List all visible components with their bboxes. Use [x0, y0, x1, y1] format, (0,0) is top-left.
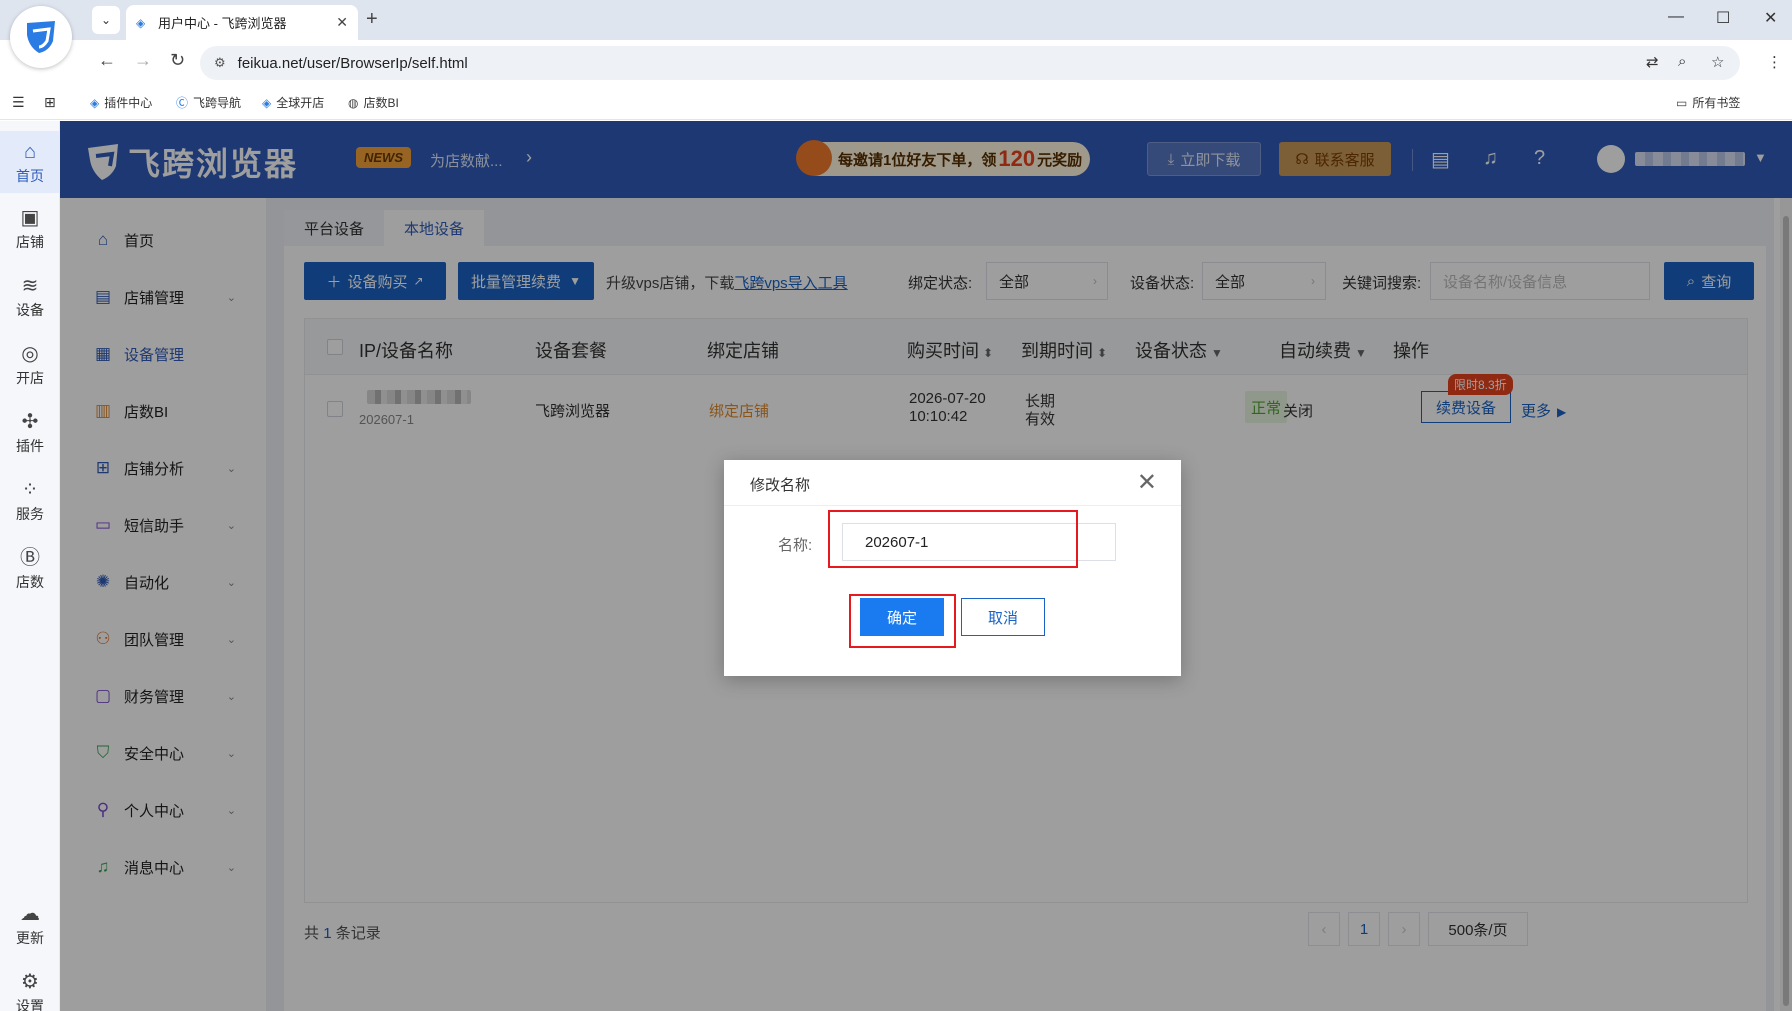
sidebar-toggle-icon[interactable]: ☰: [12, 94, 25, 111]
address-bar: ← → ↻ ⚙ feikua.net/user/BrowserIp/self.h…: [0, 40, 1792, 85]
dialog-title: 修改名称: [750, 477, 811, 494]
home-icon: ⌂: [23, 141, 37, 163]
back-icon[interactable]: ←: [98, 50, 116, 71]
bookmark-global[interactable]: ◈ 全球开店: [262, 94, 324, 111]
cancel-button[interactable]: 取消: [961, 598, 1045, 636]
bi-icon: Ⓑ: [20, 547, 40, 569]
browser-tab-bar: ⌄ ◈ 用户中心 - 飞跨浏览器 ✕ + — ☐ ✕: [0, 0, 1792, 40]
tab-title: 用户中心 - 飞跨浏览器: [158, 16, 287, 31]
tab-close-icon[interactable]: ✕: [336, 14, 348, 31]
close-icon[interactable]: ✕: [1137, 468, 1157, 497]
browser-logo-icon: [10, 6, 72, 68]
apps-icon[interactable]: ⊞: [44, 94, 56, 111]
shield-icon: ◈: [90, 95, 100, 110]
name-input[interactable]: [842, 523, 1116, 561]
maximize-icon[interactable]: ☐: [1716, 8, 1730, 28]
rail-item-service[interactable]: ⁘ 服务: [0, 479, 60, 524]
minimize-icon[interactable]: —: [1668, 8, 1684, 26]
reload-icon[interactable]: ↻: [170, 50, 185, 71]
bookmark-plugins[interactable]: ◈ 插件中心: [90, 94, 152, 111]
zoom-icon[interactable]: ⌕: [1678, 53, 1686, 70]
globe-icon: ◍: [348, 95, 359, 110]
icon-rail: ⌂ 首页 ▣ 店铺 ≋ 设备 ◎ 开店 ✣ 插件 ⁘ 服务 Ⓑ 店数 ☁ 更新 ⚙ 设置: [0, 121, 60, 1011]
tab-favicon-icon: ◈: [136, 15, 146, 30]
rail-item-device[interactable]: ≋ 设备: [0, 275, 60, 320]
rail-item-settings[interactable]: ⚙ 设置: [0, 971, 60, 1011]
grid-icon: ⁘: [21, 479, 39, 501]
name-label: 名称:: [778, 537, 813, 554]
bookmark-nav[interactable]: Ⓒ 飞跨导航: [176, 94, 241, 111]
bookmark-bi[interactable]: ◍ 店数BI: [348, 94, 399, 111]
tab-search-button[interactable]: ⌄: [92, 6, 120, 34]
translate-icon[interactable]: ⇄: [1646, 53, 1659, 71]
confirm-button[interactable]: 确定: [860, 598, 944, 636]
rename-dialog: 修改名称 ✕ 名称: 确定 取消: [724, 460, 1181, 676]
store-icon: ▣: [20, 207, 40, 229]
bookmarks-bar: ☰ ⊞ ◈ 插件中心 Ⓒ 飞跨导航 ◈ 全球开店 ◍ 店数BI ▭ 所有书签: [0, 85, 1792, 120]
puzzle-icon: ✣: [21, 411, 39, 433]
globe-icon: ◎: [21, 343, 39, 365]
window-close-icon[interactable]: ✕: [1764, 8, 1777, 28]
rail-item-update[interactable]: ☁ 更新: [0, 903, 60, 948]
new-tab-button[interactable]: +: [366, 8, 378, 31]
gear-icon: ⚙: [21, 971, 39, 993]
shield-icon: ◈: [262, 95, 272, 110]
rail-item-home[interactable]: ⌂ 首页: [0, 131, 60, 193]
url-text: feikua.net/user/BrowserIp/self.html: [237, 54, 468, 72]
dialog-divider: [724, 505, 1181, 506]
browser-menu-icon[interactable]: ⋮: [1767, 53, 1782, 71]
bookmark-star-icon[interactable]: ☆: [1711, 53, 1724, 71]
rail-item-open-store[interactable]: ◎ 开店: [0, 343, 60, 388]
layers-icon: ≋: [21, 275, 39, 297]
rail-item-store[interactable]: ▣ 店铺: [0, 207, 60, 252]
c-logo-icon: Ⓒ: [176, 96, 189, 110]
browser-tab[interactable]: ◈ 用户中心 - 飞跨浏览器 ✕: [126, 5, 358, 40]
forward-icon[interactable]: →: [134, 50, 152, 71]
site-info-icon[interactable]: ⚙: [214, 55, 226, 71]
all-bookmarks[interactable]: ▭ 所有书签: [1676, 94, 1740, 111]
rail-item-plugins[interactable]: ✣ 插件: [0, 411, 60, 456]
folder-icon: ▭: [1676, 95, 1688, 110]
url-field[interactable]: ⚙ feikua.net/user/BrowserIp/self.html: [200, 46, 1740, 80]
cloud-icon: ☁: [20, 903, 40, 925]
rail-item-bi[interactable]: Ⓑ 店数: [0, 547, 60, 592]
